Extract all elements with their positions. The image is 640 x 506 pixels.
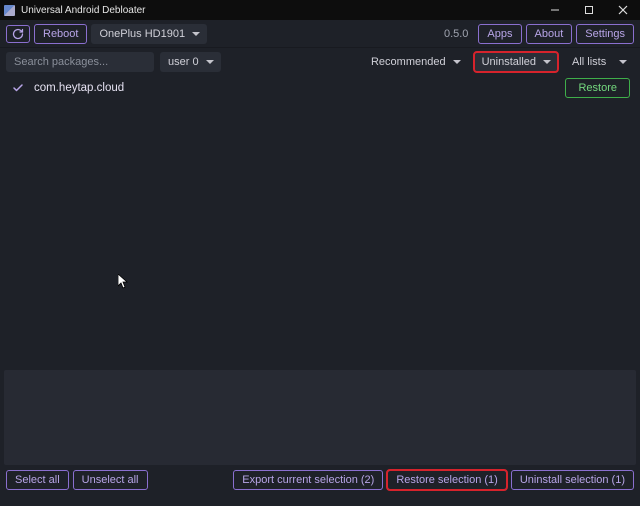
device-select[interactable]: OnePlus HD1901 (91, 24, 207, 44)
app-icon (4, 5, 15, 16)
export-selection-button[interactable]: Export current selection (2) (233, 470, 383, 490)
select-all-label: Select all (15, 473, 60, 487)
select-all-button[interactable]: Select all (6, 470, 69, 490)
chevron-down-icon (206, 60, 214, 64)
chevron-down-icon (619, 60, 627, 64)
window-title: Universal Android Debloater (21, 5, 146, 16)
window-titlebar: Universal Android Debloater (0, 0, 640, 20)
settings-label: Settings (585, 27, 625, 41)
package-name: com.heytap.cloud (34, 82, 555, 94)
filter-bar: user 0 Recommended Uninstalled All lists (0, 48, 640, 76)
about-button[interactable]: About (526, 24, 573, 44)
chevron-down-icon (543, 60, 551, 64)
restore-label: Restore (578, 81, 617, 95)
package-row[interactable]: com.heytap.cloud Restore (0, 76, 640, 100)
reboot-label: Reboot (43, 27, 78, 41)
state-select[interactable]: Uninstalled (474, 52, 558, 72)
category-select[interactable]: Recommended (363, 52, 468, 72)
user-select[interactable]: user 0 (160, 52, 221, 72)
package-list: com.heytap.cloud Restore (0, 76, 640, 370)
refresh-button[interactable] (6, 25, 30, 43)
restore-selection-button[interactable]: Restore selection (1) (387, 470, 507, 490)
window-minimize-button[interactable] (538, 0, 572, 20)
window-close-button[interactable] (606, 0, 640, 20)
cursor-icon (118, 274, 130, 290)
chevron-down-icon (192, 32, 200, 36)
bottom-bar: Select all Unselect all Export current s… (0, 465, 640, 495)
version-label: 0.5.0 (444, 28, 468, 40)
state-select-value: Uninstalled (482, 56, 536, 68)
category-select-value: Recommended (371, 56, 446, 68)
restore-selection-label: Restore selection (1) (396, 473, 498, 487)
user-select-value: user 0 (168, 56, 199, 68)
log-pane (4, 370, 636, 465)
search-input[interactable] (6, 52, 154, 72)
window-maximize-button[interactable] (572, 0, 606, 20)
chevron-down-icon (453, 60, 461, 64)
settings-button[interactable]: Settings (576, 24, 634, 44)
device-select-value: OnePlus HD1901 (99, 28, 185, 40)
about-label: About (535, 27, 564, 41)
restore-button[interactable]: Restore (565, 78, 630, 98)
uninstall-selection-label: Uninstall selection (1) (520, 473, 625, 487)
reboot-button[interactable]: Reboot (34, 24, 87, 44)
uninstall-selection-button[interactable]: Uninstall selection (1) (511, 470, 634, 490)
export-selection-label: Export current selection (2) (242, 473, 374, 487)
unselect-all-label: Unselect all (82, 473, 139, 487)
refresh-icon (12, 28, 24, 40)
apps-label: Apps (487, 27, 512, 41)
unselect-all-button[interactable]: Unselect all (73, 470, 148, 490)
top-toolbar: Reboot OnePlus HD1901 0.5.0 Apps About S… (0, 20, 640, 48)
check-icon (12, 82, 24, 94)
apps-button[interactable]: Apps (478, 24, 521, 44)
list-select-value: All lists (572, 56, 606, 68)
list-select[interactable]: All lists (564, 52, 634, 72)
